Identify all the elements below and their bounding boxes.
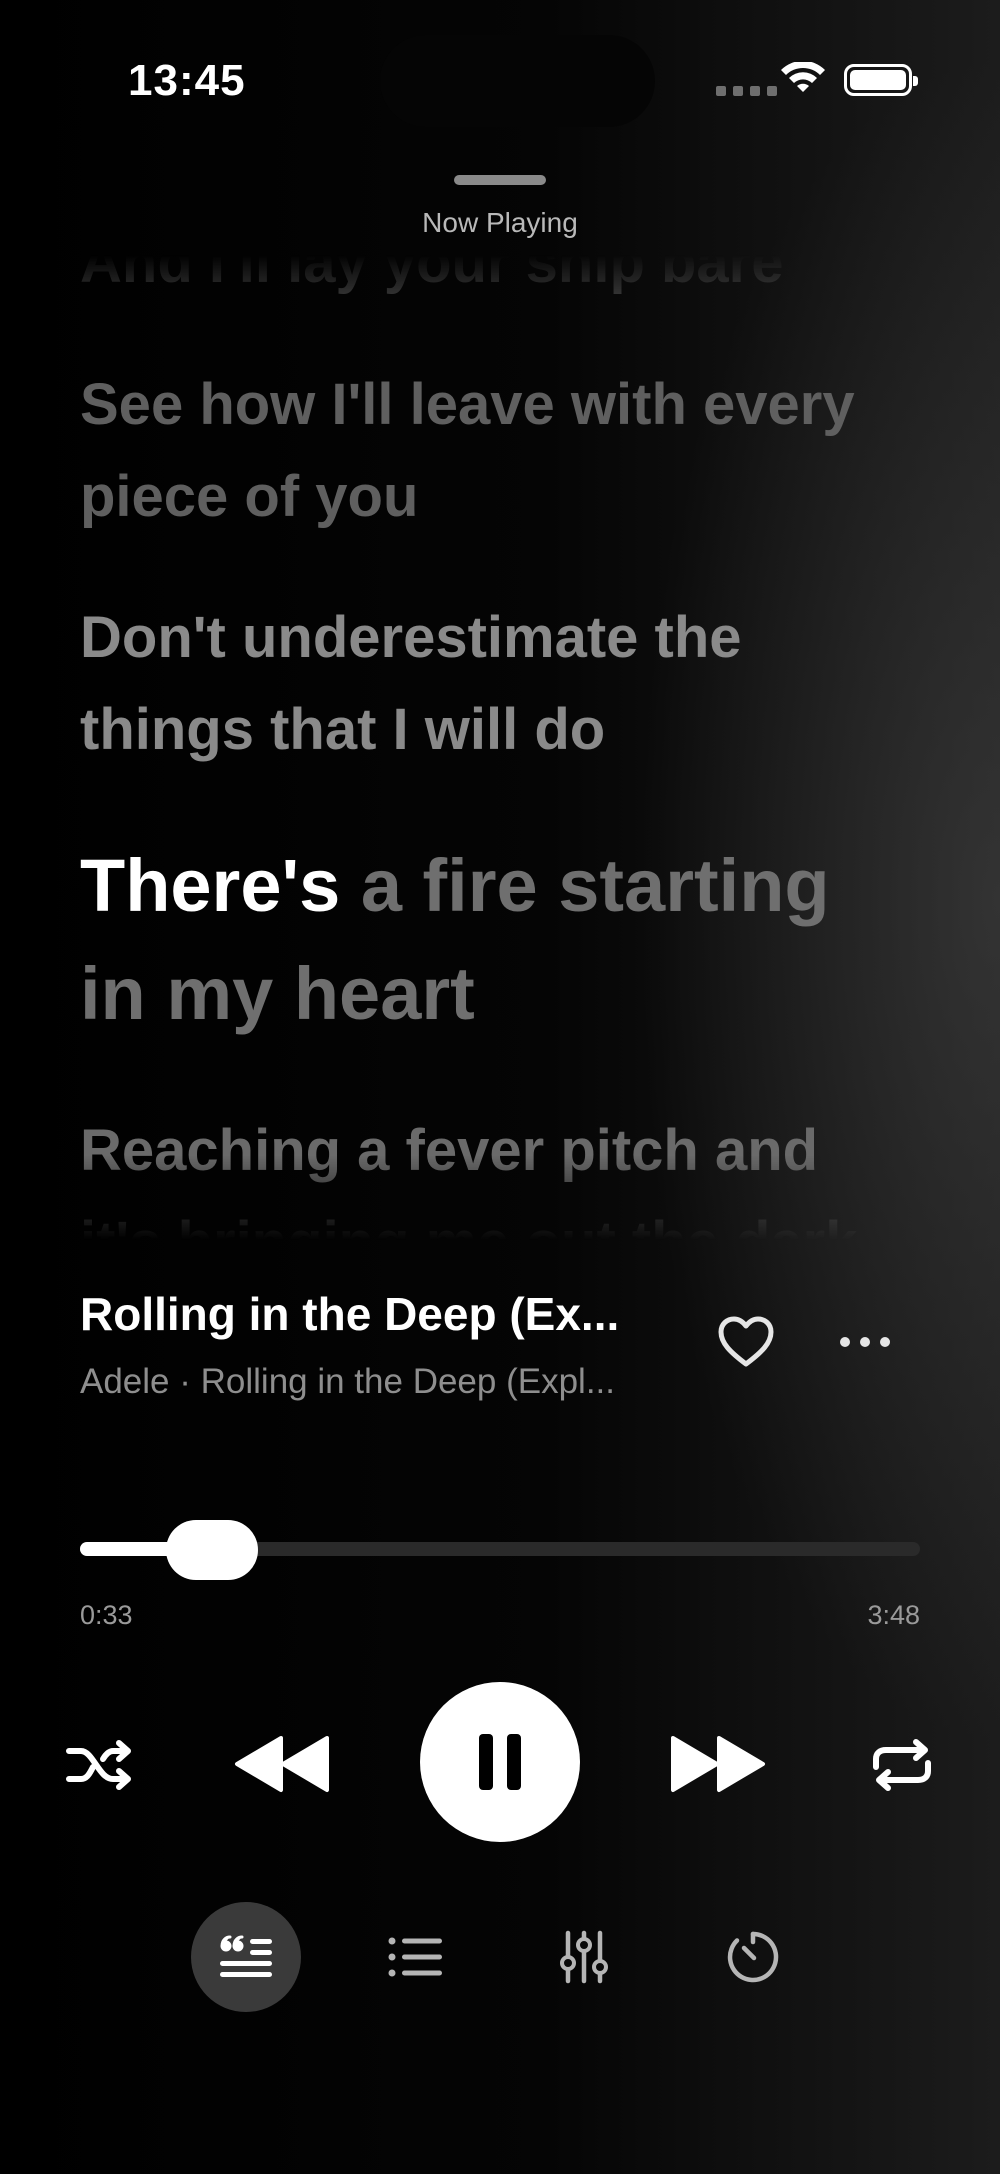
lyric-line[interactable]: Reaching a fever pitch and it's bringing… xyxy=(80,1105,900,1240)
track-artist-album[interactable]: Adele · Rolling in the Deep (Expl... xyxy=(80,1362,680,1402)
lyrics-view[interactable]: And I'll lay your ship bare See how I'll… xyxy=(80,255,900,1240)
sleep-timer-tab-button[interactable] xyxy=(698,1902,808,2012)
repeat-icon xyxy=(873,1739,931,1791)
cellular-signal-icon xyxy=(716,86,777,96)
battery-icon xyxy=(844,64,918,96)
now-playing-screen: 13:45 Now Playing And I'll lay your ship… xyxy=(0,0,1000,2174)
pause-icon xyxy=(479,1734,521,1790)
track-title[interactable]: Rolling in the Deep (Ex... xyxy=(80,1287,680,1341)
lyric-sung-part: There's xyxy=(80,844,341,927)
equalizer-icon xyxy=(560,1930,608,1984)
current-lyric-line[interactable]: There's a fire starting in my heart xyxy=(80,832,900,1048)
pause-button[interactable] xyxy=(420,1682,580,1842)
shuffle-button[interactable] xyxy=(60,1730,140,1800)
lyric-line[interactable]: See how I'll leave with every piece of y… xyxy=(80,359,900,543)
progress-thumb[interactable] xyxy=(165,1520,258,1580)
more-horizontal-icon[interactable] xyxy=(838,1330,892,1354)
status-time: 13:45 xyxy=(128,56,246,105)
dynamic-island xyxy=(380,35,655,127)
wifi-icon xyxy=(781,62,825,92)
total-time: 3:48 xyxy=(867,1600,920,1630)
lyric-line[interactable]: And I'll lay your ship bare xyxy=(80,255,900,309)
sleep-timer-icon xyxy=(727,1931,779,1983)
sheet-title: Now Playing xyxy=(422,207,578,238)
queue-tab-button[interactable] xyxy=(360,1902,470,2012)
next-button[interactable] xyxy=(662,1724,772,1804)
lyrics-icon xyxy=(220,1935,272,1977)
equalizer-tab-button[interactable] xyxy=(529,1902,639,2012)
elapsed-time: 0:33 xyxy=(80,1600,133,1630)
shuffle-icon xyxy=(66,1740,131,1790)
lyrics-tab-button[interactable] xyxy=(191,1902,301,2012)
heart-icon[interactable] xyxy=(716,1314,776,1370)
queue-list-icon xyxy=(388,1937,442,1977)
repeat-button[interactable] xyxy=(862,1730,942,1800)
lyric-line[interactable]: Don't underestimate the things that I wi… xyxy=(80,592,900,776)
sheet-grabber[interactable] xyxy=(454,175,546,185)
next-icon xyxy=(671,1736,765,1792)
previous-icon xyxy=(235,1736,329,1792)
previous-button[interactable] xyxy=(228,1724,338,1804)
